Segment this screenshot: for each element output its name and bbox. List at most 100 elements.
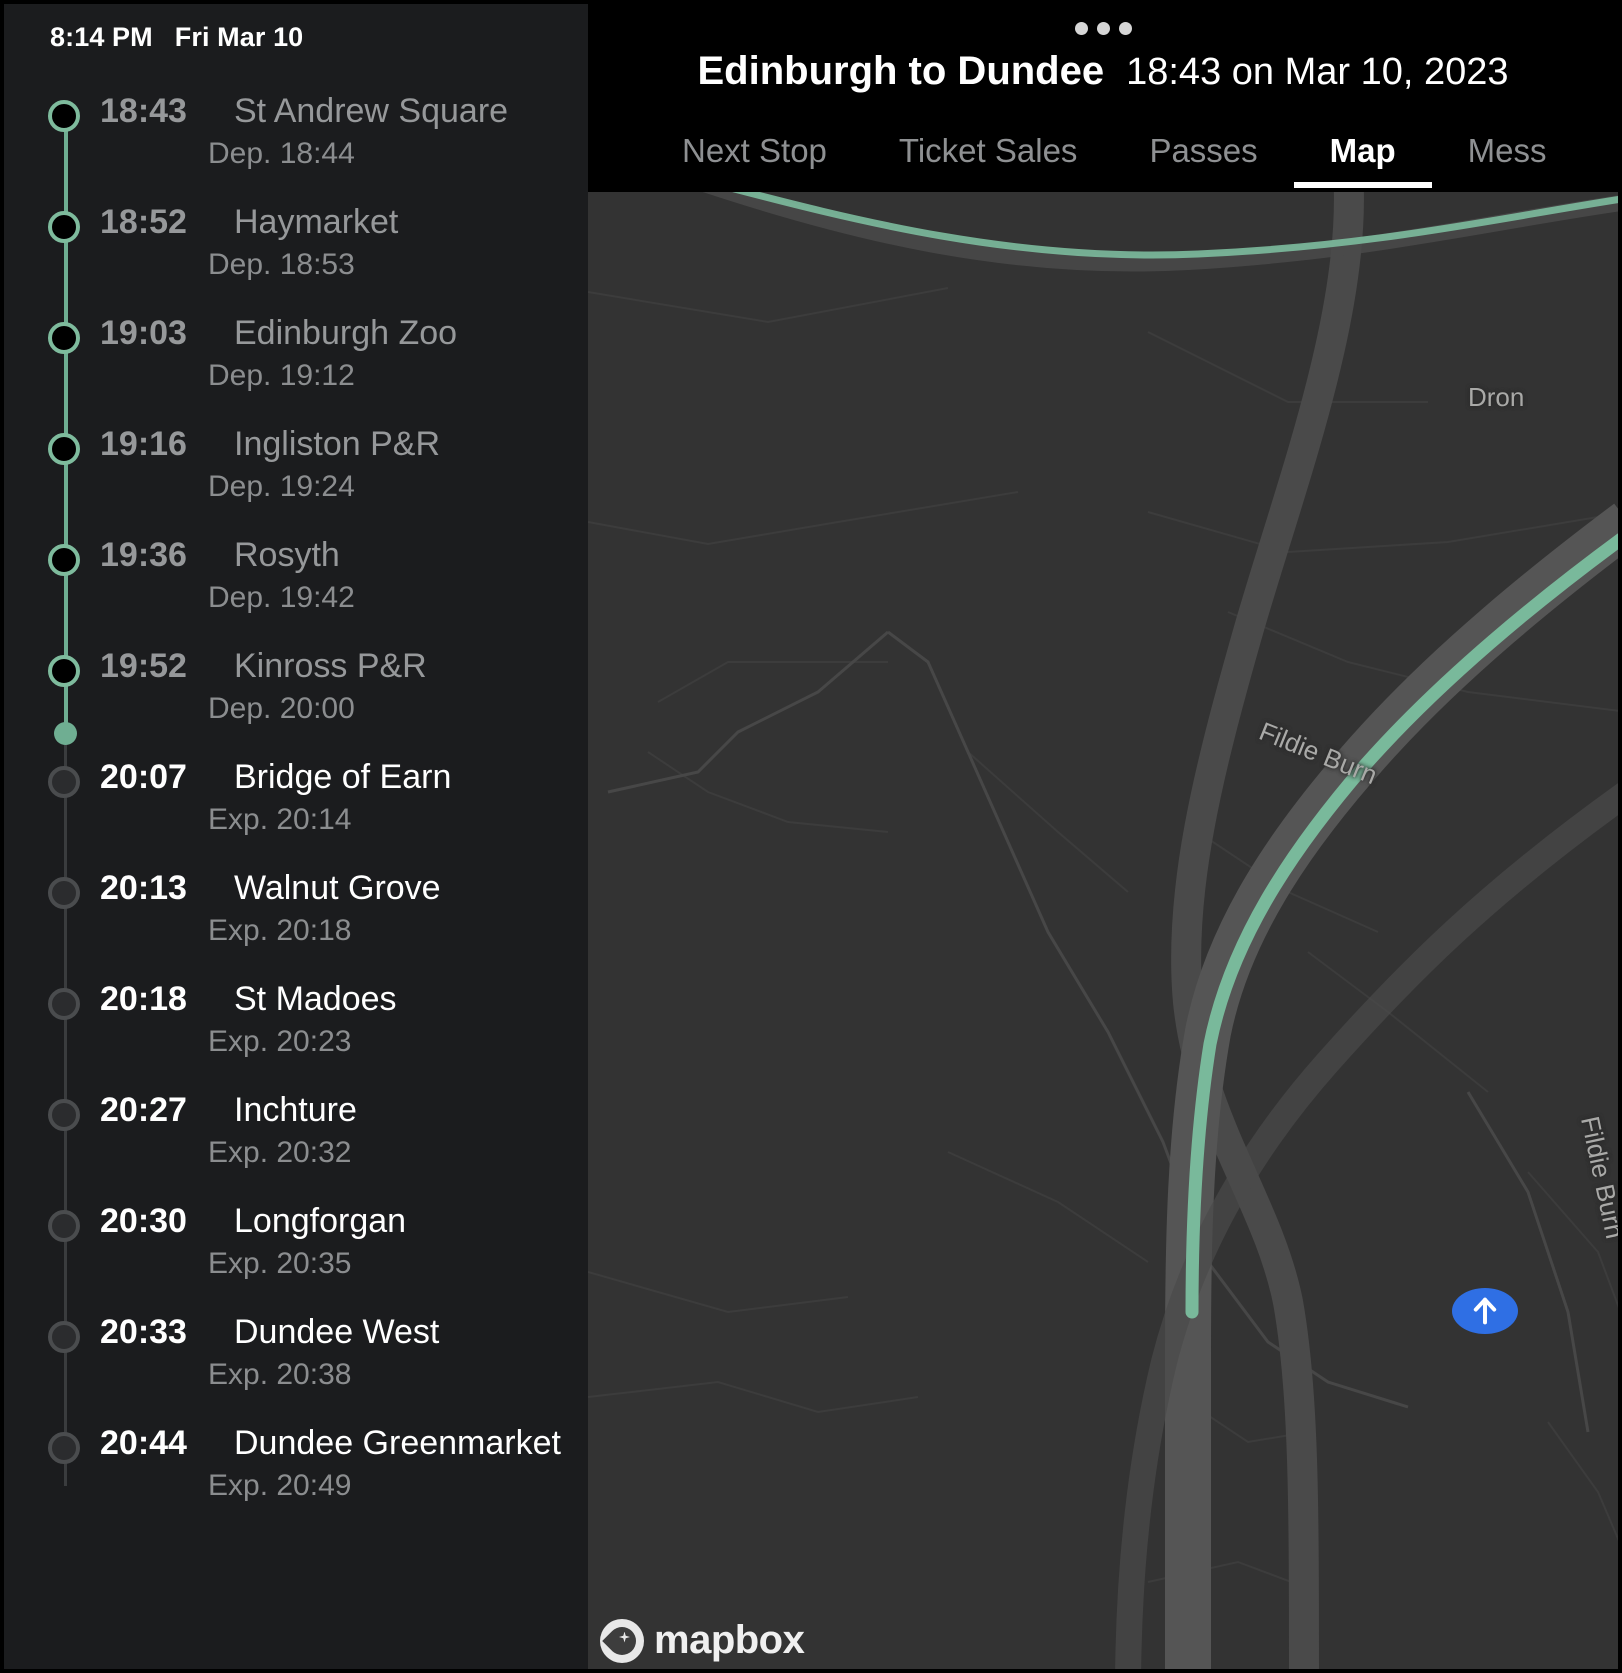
stops-panel: 8:14 PM Fri Mar 10 18:43 St Andrew Square… xyxy=(4,4,588,1669)
stop-detail: 19:03 Edinburgh Zoo Dep. 19:12 xyxy=(50,314,588,393)
stop-time: 18:43 xyxy=(100,92,187,130)
stop-list-item[interactable]: 20:07 Bridge of Earn Exp. 20:14 xyxy=(48,758,588,869)
stop-detail: 20:27 Inchture Exp. 20:32 xyxy=(50,1091,588,1170)
stop-name: Edinburgh Zoo xyxy=(234,314,458,352)
stop-list-item[interactable]: 20:30 Longforgan Exp. 20:35 xyxy=(48,1202,588,1313)
map-vector-layer xyxy=(588,192,1618,1669)
stop-time: 19:03 xyxy=(100,314,187,352)
stop-marker-icon xyxy=(48,211,80,243)
stop-time: 20:07 xyxy=(100,758,187,796)
stop-time: 18:52 xyxy=(100,203,187,241)
stop-departure: Dep. 18:53 xyxy=(208,248,355,281)
trip-header: Edinburgh to Dundee 18:43 on Mar 10, 202… xyxy=(588,4,1618,192)
mapbox-attribution[interactable]: mapbox xyxy=(600,1618,805,1663)
stop-time: 20:44 xyxy=(100,1424,187,1462)
stop-departure: Dep. 19:12 xyxy=(208,359,355,392)
stop-name: Dundee Greenmarket xyxy=(234,1424,561,1462)
stop-list-item[interactable]: 18:52 Haymarket Dep. 18:53 xyxy=(48,203,588,314)
stop-marker-icon xyxy=(48,1210,80,1242)
stop-departure: Exp. 20:23 xyxy=(208,1025,352,1058)
stop-primary-row: 20:07 Bridge of Earn xyxy=(100,758,588,797)
stop-marker-icon xyxy=(48,100,80,132)
stop-list-item[interactable]: 19:16 Ingliston P&R Dep. 19:24 xyxy=(48,425,588,536)
stop-list-item[interactable]: 20:33 Dundee West Exp. 20:38 xyxy=(48,1313,588,1424)
stop-name: Longforgan xyxy=(234,1202,407,1240)
stop-detail: 20:18 St Madoes Exp. 20:23 xyxy=(50,980,588,1059)
stop-departure: Exp. 20:35 xyxy=(208,1247,352,1280)
stop-marker-icon xyxy=(48,877,80,909)
stop-detail: 19:52 Kinross P&R Dep. 20:00 xyxy=(50,647,588,726)
stop-detail: 18:52 Haymarket Dep. 18:53 xyxy=(50,203,588,282)
stop-list-item[interactable]: 19:52 Kinross P&R Dep. 20:00 xyxy=(48,647,588,758)
stop-primary-row: 19:52 Kinross P&R xyxy=(100,647,588,686)
stop-detail: 18:43 St Andrew Square Dep. 18:44 xyxy=(50,92,588,171)
stop-list-item[interactable]: 18:43 St Andrew Square Dep. 18:44 xyxy=(48,92,588,203)
trip-tracker-app: 8:14 PM Fri Mar 10 18:43 St Andrew Square… xyxy=(0,0,1622,1673)
stop-departure: Dep. 18:44 xyxy=(208,137,355,170)
stop-departure: Dep. 19:24 xyxy=(208,470,355,503)
status-bar-date: Fri Mar 10 xyxy=(174,21,304,52)
page-title: Edinburgh to Dundee xyxy=(697,49,1105,93)
stop-primary-row: 19:16 Ingliston P&R xyxy=(100,425,588,464)
stop-detail: 20:30 Longforgan Exp. 20:35 xyxy=(50,1202,588,1281)
stop-marker-icon xyxy=(48,1321,80,1353)
stop-name: Kinross P&R xyxy=(234,647,427,685)
stop-marker-icon xyxy=(48,544,80,576)
map-canvas[interactable]: DronEdmund's GraveFildie BurnFildie Burn… xyxy=(588,192,1618,1669)
stop-primary-row: 20:33 Dundee West xyxy=(100,1313,588,1352)
stop-primary-row: 20:18 St Madoes xyxy=(100,980,588,1019)
status-bar: 8:14 PM Fri Mar 10 xyxy=(4,4,588,56)
stop-name: Inchture xyxy=(234,1091,357,1129)
stop-primary-row: 19:03 Edinburgh Zoo xyxy=(100,314,588,353)
tab-next-stop[interactable]: Next Stop xyxy=(646,132,863,188)
stop-departure: Exp. 20:32 xyxy=(208,1136,352,1169)
stop-list-item[interactable]: 19:03 Edinburgh Zoo Dep. 19:12 xyxy=(48,314,588,425)
stop-name: Walnut Grove xyxy=(234,869,441,907)
stop-detail: 20:07 Bridge of Earn Exp. 20:14 xyxy=(50,758,588,837)
tab-map[interactable]: Map xyxy=(1293,132,1432,188)
stop-list-item[interactable]: 20:18 St Madoes Exp. 20:23 xyxy=(48,980,588,1091)
tab-ticket-sales[interactable]: Ticket Sales xyxy=(863,132,1114,188)
stop-time: 20:33 xyxy=(100,1313,187,1351)
stop-name: St Andrew Square xyxy=(234,92,509,130)
tab-bar[interactable]: Next Stop Ticket Sales Passes Map Mess xyxy=(588,116,1618,188)
stop-name: Rosyth xyxy=(234,536,340,574)
tab-mess[interactable]: Mess xyxy=(1432,132,1583,188)
current-position-indicator xyxy=(54,722,77,745)
stop-time: 20:13 xyxy=(100,869,187,907)
stop-primary-row: 20:27 Inchture xyxy=(100,1091,588,1130)
stop-marker-icon xyxy=(48,1432,80,1464)
stop-departure: Exp. 20:18 xyxy=(208,914,352,947)
stop-list[interactable]: 18:43 St Andrew Square Dep. 18:44 18:52 Haym… xyxy=(4,56,588,1535)
trip-departure: 18:43 on Mar 10, 2023 xyxy=(1126,51,1509,93)
stop-marker-icon xyxy=(48,988,80,1020)
stop-list-item[interactable]: 19:36 Rosyth Dep. 19:42 xyxy=(48,536,588,647)
stop-name: Bridge of Earn xyxy=(234,758,452,796)
drag-handle-dots-icon[interactable] xyxy=(588,4,1618,35)
tab-passes[interactable]: Passes xyxy=(1113,132,1293,188)
vehicle-heading-arrow-icon[interactable] xyxy=(1452,1288,1518,1334)
stop-marker-icon xyxy=(48,655,80,687)
stop-departure: Dep. 19:42 xyxy=(208,581,355,614)
stop-departure: Exp. 20:49 xyxy=(208,1469,352,1502)
stop-name: St Madoes xyxy=(234,980,397,1018)
stop-name: Dundee West xyxy=(234,1313,440,1351)
stop-name: Ingliston P&R xyxy=(234,425,440,463)
stop-departure: Exp. 20:14 xyxy=(208,803,352,836)
stop-list-item[interactable]: 20:13 Walnut Grove Exp. 20:18 xyxy=(48,869,588,980)
stop-detail: 20:33 Dundee West Exp. 20:38 xyxy=(50,1313,588,1392)
mapbox-attribution-label: mapbox xyxy=(654,1618,805,1662)
mapbox-logo-icon xyxy=(600,1618,644,1663)
trip-detail-panel: Edinburgh to Dundee 18:43 on Mar 10, 202… xyxy=(588,4,1618,1669)
stop-departure: Dep. 20:00 xyxy=(208,692,355,725)
stop-time: 20:30 xyxy=(100,1202,187,1240)
stop-primary-row: 20:30 Longforgan xyxy=(100,1202,588,1241)
stop-time: 19:52 xyxy=(100,647,187,685)
stop-departure: Exp. 20:38 xyxy=(208,1358,352,1391)
stop-name: Haymarket xyxy=(234,203,399,241)
stop-primary-row: 20:44 Dundee Greenmarket xyxy=(100,1424,588,1463)
stop-list-item[interactable]: 20:44 Dundee Greenmarket Exp. 20:49 xyxy=(48,1424,588,1535)
stop-list-item[interactable]: 20:27 Inchture Exp. 20:32 xyxy=(48,1091,588,1202)
stop-marker-icon xyxy=(48,766,80,798)
stop-primary-row: 19:36 Rosyth xyxy=(100,536,588,575)
